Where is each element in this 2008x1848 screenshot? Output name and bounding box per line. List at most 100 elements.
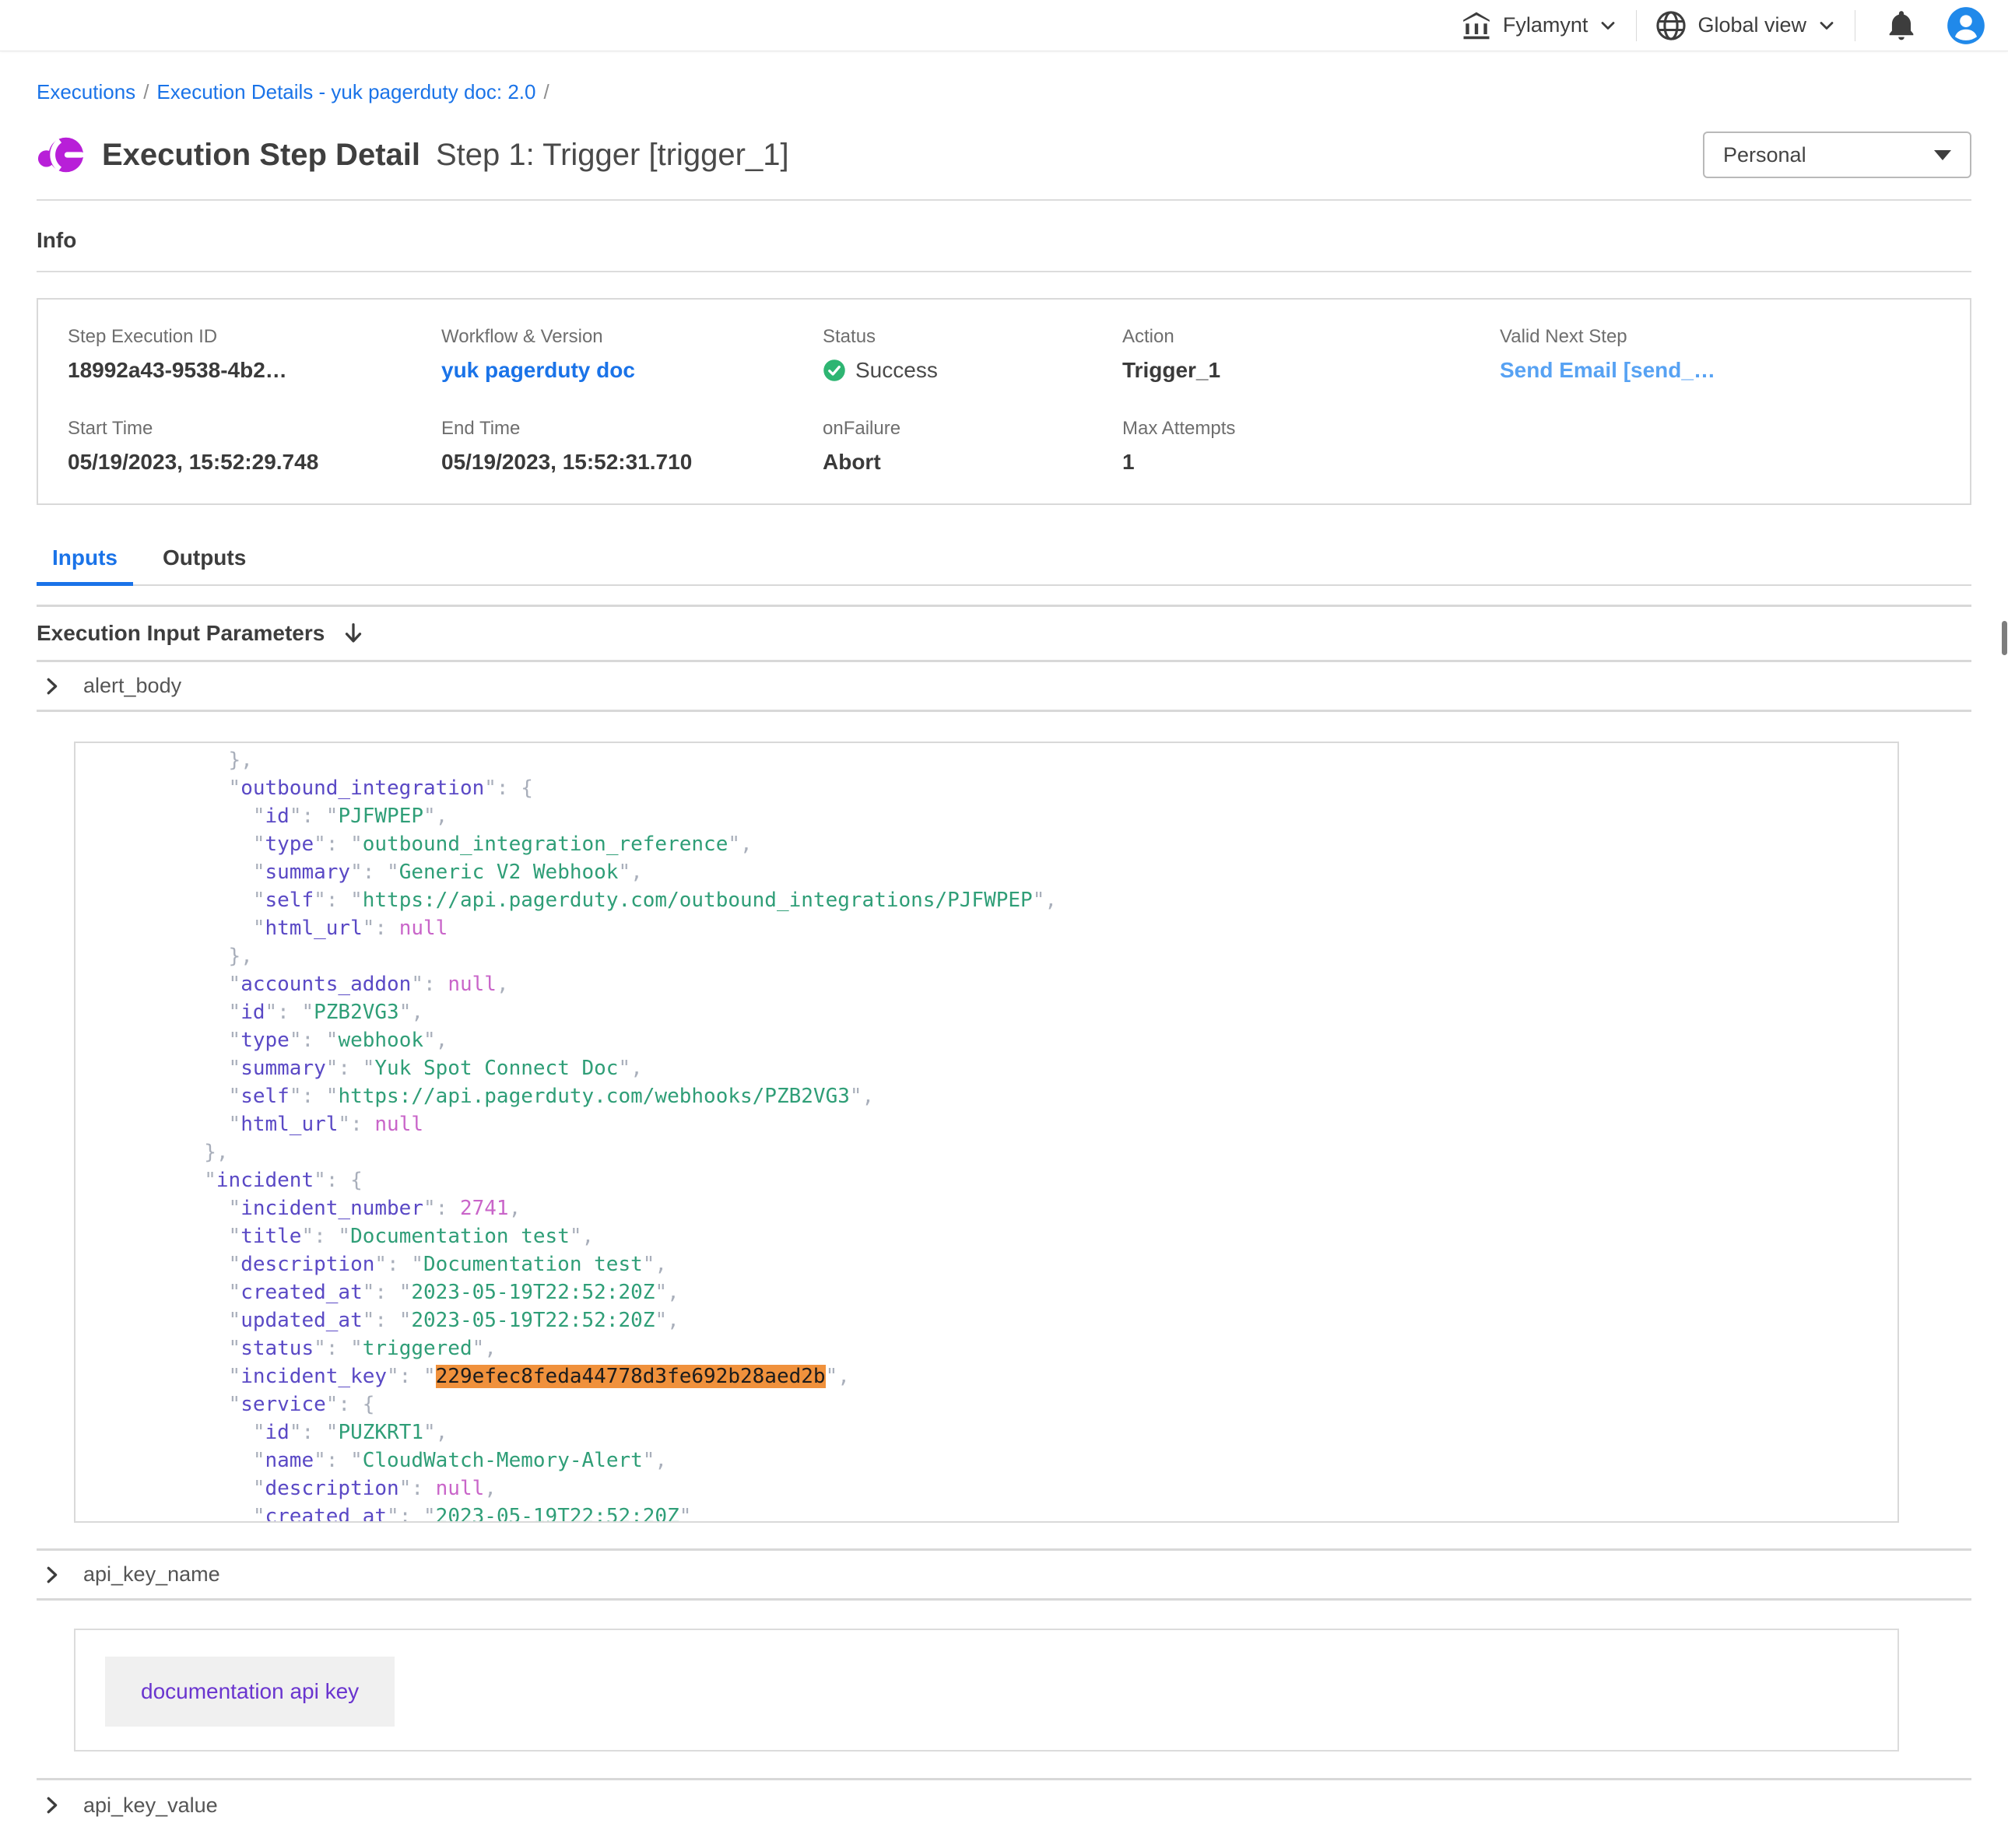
code-line: "type": "webhook", bbox=[107, 1026, 1866, 1054]
field-value: 18992a43-9538-4b2… bbox=[68, 357, 441, 384]
status-text: Success bbox=[855, 357, 938, 384]
field-onfailure: onFailure Abort bbox=[823, 418, 1122, 475]
code-line: }, bbox=[107, 942, 1866, 970]
section-label: api_key_name bbox=[83, 1562, 220, 1587]
field-value: Abort bbox=[823, 449, 1122, 475]
notifications-button[interactable] bbox=[1883, 8, 1919, 44]
code-line: "incident_key": "229efec8feda44778d3fe69… bbox=[107, 1362, 1866, 1390]
code-line: "id": "PZB2VG3", bbox=[107, 998, 1866, 1026]
section-alert-body[interactable]: alert_body bbox=[37, 662, 1971, 712]
globe-icon bbox=[1654, 9, 1688, 43]
field-label: Step Execution ID bbox=[68, 326, 441, 348]
code-line: "id": "PUZKRT1", bbox=[107, 1418, 1866, 1446]
field-value: 05/19/2023, 15:52:31.710 bbox=[441, 449, 823, 475]
info-card: Step Execution ID 18992a43-9538-4b2… Wor… bbox=[37, 298, 1971, 505]
breadcrumb-separator: / bbox=[135, 80, 156, 103]
field-valid-next-step: Valid Next Step Send Email [send_… bbox=[1500, 326, 1970, 384]
chevron-right-icon bbox=[40, 1794, 63, 1817]
field-label: Action bbox=[1122, 326, 1500, 348]
code-line: "self": "https://api.pagerduty.com/outbo… bbox=[107, 886, 1866, 914]
code-line: "incident": { bbox=[107, 1166, 1866, 1194]
chevron-right-icon bbox=[40, 1563, 63, 1587]
code-line: "id": "PJFWPEP", bbox=[107, 802, 1866, 830]
workflow-link[interactable]: yuk pagerduty doc bbox=[441, 357, 823, 384]
account-label: Fylamynt bbox=[1503, 13, 1588, 37]
api-key-name-panel: documentation api key bbox=[74, 1629, 1899, 1752]
code-line: "summary": "Yuk Spot Connect Doc", bbox=[107, 1054, 1866, 1082]
code-line: "created_at": "2023-05-19T22:52:20Z", bbox=[107, 1278, 1866, 1306]
code-line: "name": "CloudWatch-Memory-Alert", bbox=[107, 1446, 1866, 1475]
params-heading: Execution Input Parameters bbox=[37, 621, 325, 646]
breadcrumb-execution-details[interactable]: Execution Details - yuk pagerduty doc: 2… bbox=[156, 80, 535, 103]
api-key-chip[interactable]: documentation api key bbox=[105, 1657, 395, 1727]
chevron-right-icon bbox=[40, 675, 63, 698]
divider bbox=[37, 271, 1971, 272]
field-start-time: Start Time 05/19/2023, 15:52:29.748 bbox=[68, 418, 441, 475]
field-label: Workflow & Version bbox=[441, 326, 823, 348]
page-title: Execution Step Detail bbox=[102, 138, 420, 173]
tab-outputs[interactable]: Outputs bbox=[147, 538, 262, 584]
field-max-attempts: Max Attempts 1 bbox=[1122, 418, 1500, 475]
tab-bar: Inputs Outputs bbox=[37, 538, 1971, 586]
code-line: "status": "triggered", bbox=[107, 1334, 1866, 1362]
user-avatar-button[interactable] bbox=[1946, 5, 1986, 46]
top-bar: Fylamynt Global view bbox=[0, 0, 2008, 51]
bank-icon bbox=[1459, 9, 1494, 43]
next-step-link[interactable]: Send Email [send_… bbox=[1500, 357, 1970, 384]
code-line: }, bbox=[107, 1138, 1866, 1166]
status-badge: Success bbox=[823, 357, 1122, 384]
section-label: alert_body bbox=[83, 674, 181, 698]
code-line: "description": null, bbox=[107, 1475, 1866, 1503]
code-line: "description": "Documentation test", bbox=[107, 1250, 1866, 1278]
api-key-chip-label: documentation api key bbox=[141, 1679, 359, 1704]
breadcrumb-executions[interactable]: Executions bbox=[37, 80, 135, 103]
page-subtitle: Step 1: Trigger [trigger_1] bbox=[436, 138, 789, 173]
field-value: 1 bbox=[1122, 449, 1500, 475]
field-workflow-version: Workflow & Version yuk pagerduty doc bbox=[441, 326, 823, 384]
code-line: "incident_number": 2741, bbox=[107, 1194, 1866, 1222]
scope-select-value: Personal bbox=[1723, 143, 1934, 167]
code-line: }, bbox=[107, 746, 1866, 774]
chevron-down-icon bbox=[1816, 15, 1838, 37]
success-check-icon bbox=[823, 359, 846, 382]
alert-body-code-block[interactable]: "self": "https://api.pagerduty.com/servi… bbox=[74, 742, 1899, 1523]
view-label: Global view bbox=[1697, 13, 1806, 37]
field-label: onFailure bbox=[823, 418, 1122, 440]
code-line: "created_at": "2023-05-19T22:52:20Z" bbox=[107, 1503, 1866, 1523]
field-label: Max Attempts bbox=[1122, 418, 1500, 440]
section-api-key-name[interactable]: api_key_name bbox=[37, 1551, 1971, 1601]
workflow-logo-icon bbox=[37, 131, 85, 179]
scrollbar-thumb[interactable] bbox=[2002, 621, 2007, 655]
title-row: Execution Step Detail Step 1: Trigger [t… bbox=[37, 128, 1971, 182]
user-avatar-icon bbox=[1946, 5, 1986, 46]
code-line: "summary": "Generic V2 Webhook", bbox=[107, 858, 1866, 886]
scope-select[interactable]: Personal bbox=[1703, 131, 1971, 178]
field-label: Valid Next Step bbox=[1500, 326, 1970, 348]
field-label: Start Time bbox=[68, 418, 441, 440]
account-switcher[interactable]: Fylamynt bbox=[1442, 9, 1637, 43]
field-end-time: End Time 05/19/2023, 15:52:31.710 bbox=[441, 418, 823, 475]
code-line: "html_url": null bbox=[107, 1110, 1866, 1138]
code-line: "type": "outbound_integration_reference"… bbox=[107, 830, 1866, 858]
field-value: 05/19/2023, 15:52:29.748 bbox=[68, 449, 441, 475]
tab-inputs[interactable]: Inputs bbox=[37, 538, 133, 584]
execution-input-parameters-header: Execution Input Parameters bbox=[37, 605, 1971, 662]
chevron-down-icon bbox=[1597, 15, 1619, 37]
code-line: "html_url": null bbox=[107, 914, 1866, 942]
info-heading: Info bbox=[37, 227, 1971, 254]
field-value: Trigger_1 bbox=[1122, 357, 1500, 384]
arrow-down-icon[interactable] bbox=[340, 620, 367, 647]
breadcrumb: Executions/Execution Details - yuk pager… bbox=[37, 79, 1971, 104]
field-label: Status bbox=[823, 326, 1122, 348]
section-api-key-value[interactable]: api_key_value bbox=[37, 1780, 1971, 1830]
code-line: "outbound_integration": { bbox=[107, 774, 1866, 802]
code-line: "self": "https://api.pagerduty.com/webho… bbox=[107, 1082, 1866, 1110]
field-status: Status Success bbox=[823, 326, 1122, 384]
code-line: "updated_at": "2023-05-19T22:52:20Z", bbox=[107, 1306, 1866, 1334]
bell-icon bbox=[1883, 8, 1919, 44]
code-line: "title": "Documentation test", bbox=[107, 1222, 1866, 1250]
field-label: End Time bbox=[441, 418, 823, 440]
code-line: "service": { bbox=[107, 1390, 1866, 1418]
section-label: api_key_value bbox=[83, 1794, 218, 1818]
view-switcher[interactable]: Global view bbox=[1637, 9, 1855, 43]
